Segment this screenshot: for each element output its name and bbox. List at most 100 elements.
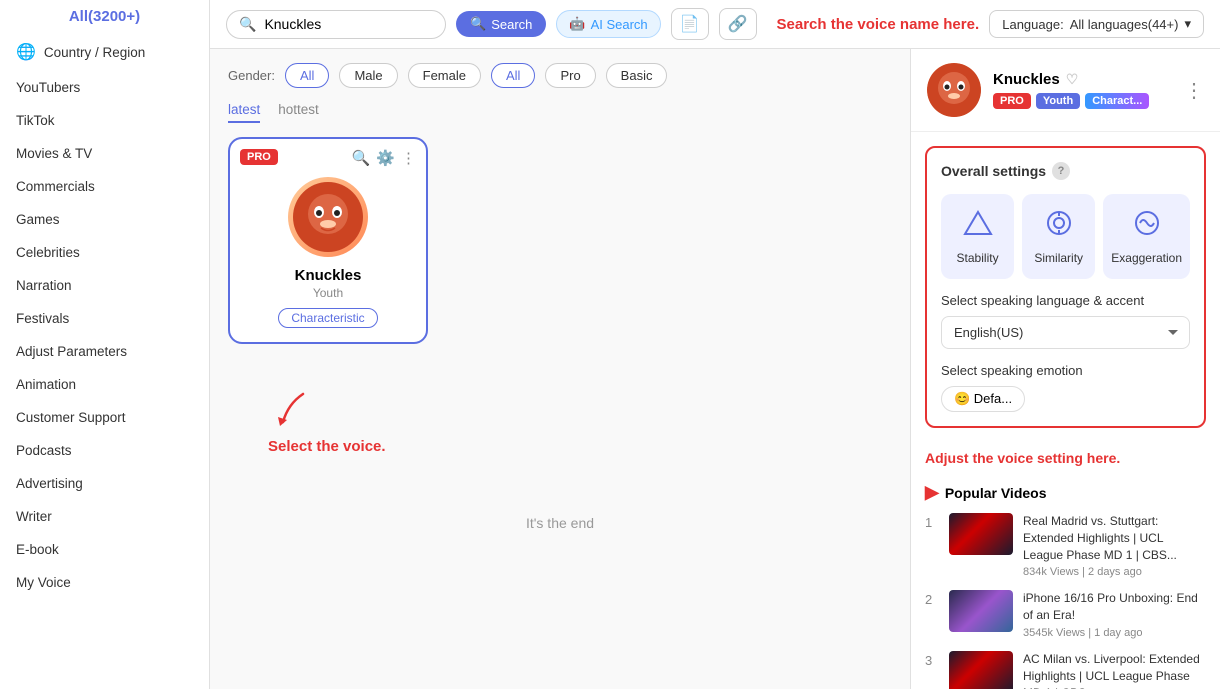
- stability-setting[interactable]: Stability: [941, 194, 1014, 279]
- speak-lang-label: Select speaking language & accent: [941, 293, 1190, 308]
- profile-tags: PRO Youth Charact...: [993, 93, 1149, 109]
- video-meta-2: 3545k Views | 1 day ago: [1023, 627, 1206, 639]
- pro-badge: PRO: [240, 149, 278, 165]
- sidebar-item-podcasts[interactable]: Podcasts: [0, 434, 209, 467]
- sidebar-item-label: Customer Support: [16, 410, 126, 425]
- more-options-button[interactable]: ⋮: [1184, 78, 1204, 103]
- settings-box: Overall settings ? Stability: [925, 146, 1206, 428]
- right-panel: Knuckles ♡ PRO Youth Charact... ⋮ Overal…: [910, 49, 1220, 689]
- content-area: Gender: All Male Female All Pro Basic la…: [210, 49, 1220, 689]
- card-icons: 🔍 ⚙️ ⋮: [352, 149, 416, 167]
- document-icon-button[interactable]: 📄: [671, 8, 709, 40]
- tier-all-button[interactable]: All: [491, 63, 535, 88]
- video-num-3: 3: [925, 653, 939, 668]
- exaggeration-setting[interactable]: Exaggeration: [1103, 194, 1190, 279]
- tab-hottest[interactable]: hottest: [278, 102, 319, 123]
- voice-panel: Gender: All Male Female All Pro Basic la…: [210, 49, 910, 689]
- tab-latest[interactable]: latest: [228, 102, 260, 123]
- search-input[interactable]: [264, 16, 384, 32]
- help-icon[interactable]: ?: [1052, 162, 1070, 180]
- stability-label: Stability: [957, 251, 999, 265]
- tier-pro-button[interactable]: Pro: [545, 63, 595, 88]
- voice-tag-container: Characteristic: [244, 308, 412, 328]
- sidebar-item-writer[interactable]: Writer: [0, 500, 209, 533]
- tag-char: Charact...: [1085, 93, 1149, 109]
- filter-bar: Gender: All Male Female All Pro Basic: [228, 63, 892, 88]
- video-title-3: AC Milan vs. Liverpool: Extended Highlig…: [1023, 651, 1206, 689]
- sidebar-item-commercials[interactable]: Commercials: [0, 170, 209, 203]
- sidebar: All(3200+) 🌐 Country / Region YouTubers …: [0, 0, 210, 689]
- video-info-1: Real Madrid vs. Stuttgart: Extended High…: [1023, 513, 1206, 578]
- popular-videos-title: ▶ Popular Videos: [925, 482, 1206, 503]
- similarity-setting[interactable]: Similarity: [1022, 194, 1095, 279]
- sidebar-item-movies-tv[interactable]: Movies & TV: [0, 137, 209, 170]
- video-thumb-3: [949, 651, 1013, 689]
- settings-icons: Stability Similarity: [941, 194, 1190, 279]
- video-meta-1: 834k Views | 2 days ago: [1023, 566, 1206, 578]
- gender-female-button[interactable]: Female: [408, 63, 481, 88]
- sidebar-item-customer-support[interactable]: Customer Support: [0, 401, 209, 434]
- sidebar-item-label: Movies & TV: [16, 146, 92, 161]
- video-num-1: 1: [925, 515, 939, 530]
- sidebar-item-advertising[interactable]: Advertising: [0, 467, 209, 500]
- sidebar-item-label: TikTok: [16, 113, 55, 128]
- ai-search-button[interactable]: 🤖 AI Search: [556, 10, 660, 38]
- youtube-icon: ▶: [925, 482, 939, 503]
- search-button[interactable]: 🔍 Search: [456, 11, 546, 37]
- sidebar-item-narration[interactable]: Narration: [0, 269, 209, 302]
- search-btn-icon: 🔍: [470, 16, 486, 32]
- language-label: Language:: [1002, 17, 1063, 32]
- tag-youth: Youth: [1036, 93, 1080, 109]
- more-icon[interactable]: ⋮: [401, 149, 416, 167]
- sidebar-item-my-voice[interactable]: My Voice: [0, 566, 209, 599]
- adjust-annotation: Adjust the voice setting here.: [911, 442, 1220, 474]
- sidebar-item-tiktok[interactable]: TikTok: [0, 104, 209, 137]
- sidebar-all-label[interactable]: All(3200+): [0, 0, 209, 33]
- search-btn-label: Search: [491, 17, 532, 32]
- sidebar-item-festivals[interactable]: Festivals: [0, 302, 209, 335]
- language-accent-dropdown[interactable]: English(US): [941, 316, 1190, 349]
- heart-icon[interactable]: ♡: [1066, 71, 1079, 88]
- settings-icon[interactable]: ⚙️: [376, 149, 395, 167]
- search-icon: 🔍: [239, 16, 256, 33]
- video-item-1[interactable]: 1 Real Madrid vs. Stuttgart: Extended Hi…: [925, 513, 1206, 578]
- video-num-2: 2: [925, 592, 939, 607]
- sidebar-item-games[interactable]: Games: [0, 203, 209, 236]
- tag-pro: PRO: [993, 93, 1031, 109]
- sidebar-item-youtubers[interactable]: YouTubers: [0, 71, 209, 104]
- sidebar-item-label: Podcasts: [16, 443, 72, 458]
- sidebar-item-animation[interactable]: Animation: [0, 368, 209, 401]
- search-box: 🔍: [226, 10, 446, 39]
- exaggeration-icon: [1132, 208, 1162, 245]
- sidebar-item-country-region[interactable]: 🌐 Country / Region: [0, 33, 209, 71]
- video-item-2[interactable]: 2 iPhone 16/16 Pro Unboxing: End of an E…: [925, 590, 1206, 639]
- emotion-label: Select speaking emotion: [941, 363, 1190, 378]
- sidebar-item-label: Advertising: [16, 476, 83, 491]
- sidebar-item-label: Writer: [16, 509, 52, 524]
- characteristic-tag: Characteristic: [278, 308, 377, 328]
- gender-all-button[interactable]: All: [285, 63, 329, 88]
- language-selector[interactable]: Language: All languages(44+) ▾: [989, 10, 1204, 38]
- arrow-icon: [268, 384, 318, 434]
- video-title-2: iPhone 16/16 Pro Unboxing: End of an Era…: [1023, 590, 1206, 624]
- sidebar-item-label: Games: [16, 212, 60, 227]
- chevron-down-icon: ▾: [1184, 16, 1191, 32]
- similarity-icon: [1044, 208, 1074, 245]
- avatar: [927, 63, 981, 117]
- tier-basic-button[interactable]: Basic: [606, 63, 668, 88]
- sidebar-item-label: Animation: [16, 377, 76, 392]
- video-thumb-1: [949, 513, 1013, 555]
- sidebar-item-celebrities[interactable]: Celebrities: [0, 236, 209, 269]
- emotion-button[interactable]: 😊 Defa...: [941, 386, 1025, 412]
- sidebar-item-e-book[interactable]: E-book: [0, 533, 209, 566]
- gender-male-button[interactable]: Male: [339, 63, 397, 88]
- magnify-icon[interactable]: 🔍: [352, 149, 371, 167]
- emotion-value: 😊 Defa...: [954, 391, 1012, 407]
- link-icon-button[interactable]: 🔗: [719, 8, 757, 40]
- video-item-3[interactable]: 3 AC Milan vs. Liverpool: Extended Highl…: [925, 651, 1206, 689]
- video-info-2: iPhone 16/16 Pro Unboxing: End of an Era…: [1023, 590, 1206, 639]
- sidebar-item-adjust-parameters[interactable]: Adjust Parameters: [0, 335, 209, 368]
- video-title-1: Real Madrid vs. Stuttgart: Extended High…: [1023, 513, 1206, 563]
- end-text: It's the end: [228, 515, 892, 531]
- voice-card[interactable]: PRO 🔍 ⚙️ ⋮: [228, 137, 428, 344]
